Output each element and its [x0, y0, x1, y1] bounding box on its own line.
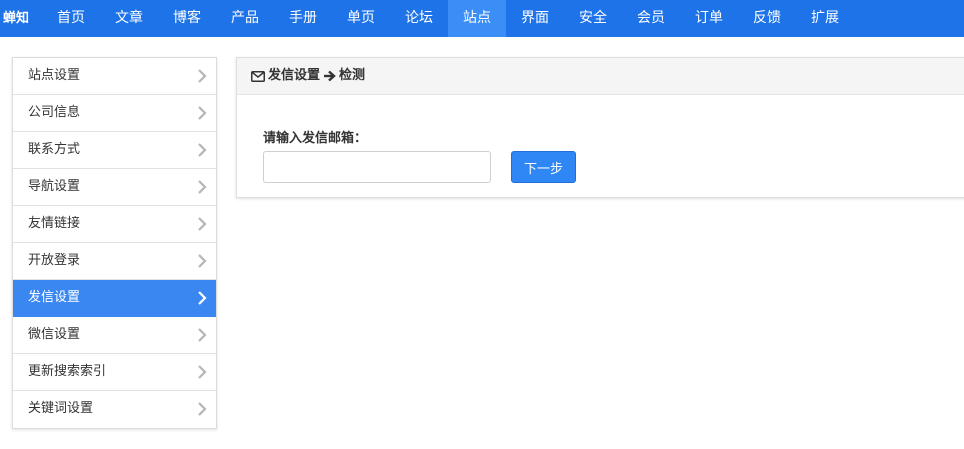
nav-item-feedback[interactable]: 反馈	[738, 0, 796, 37]
nav-item-order[interactable]: 订单	[680, 0, 738, 37]
panel-title: 发信设置	[268, 68, 321, 83]
nav-item-member[interactable]: 会员	[622, 0, 680, 37]
sidebar-item-label: 导航设置	[28, 179, 81, 194]
sidebar-item-label: 联系方式	[28, 142, 81, 157]
top-navbar: 蝉知 首页 文章 博客 产品 手册 单页 论坛 站点 界面 安全 会员 订单 反…	[0, 0, 964, 37]
sidebar-item-contact[interactable]: 联系方式	[13, 132, 216, 169]
panel-subtitle: 检测	[339, 68, 366, 83]
email-label: 请输入发信邮箱：	[263, 131, 368, 146]
sidebar-item-wechat[interactable]: 微信设置	[13, 317, 216, 354]
nav-item-manual[interactable]: 手册	[274, 0, 332, 37]
brand-logo[interactable]: 蝉知	[0, 0, 42, 37]
panel-header: 发信设置 检测	[237, 58, 964, 95]
mail-check-panel: 发信设置 检测 请输入发信邮箱： 下一步	[236, 57, 964, 198]
chevron-right-icon	[198, 143, 207, 157]
nav-item-extension[interactable]: 扩展	[796, 0, 854, 37]
sidebar-item-search-index[interactable]: 更新搜索索引	[13, 354, 216, 391]
arrow-right-icon	[324, 70, 336, 82]
chevron-right-icon	[198, 69, 207, 83]
settings-sidebar: 站点设置 公司信息 联系方式 导航设置 友情链接 开放登录 发信设置 微信设置 …	[12, 57, 217, 429]
nav-item-page[interactable]: 单页	[332, 0, 390, 37]
sidebar-item-label: 站点设置	[28, 68, 81, 83]
sidebar-item-label: 公司信息	[28, 105, 81, 120]
sidebar-item-label: 发信设置	[28, 290, 81, 305]
envelope-icon	[251, 70, 265, 82]
sidebar-item-site-settings[interactable]: 站点设置	[13, 58, 216, 95]
sidebar-item-label: 开放登录	[28, 253, 81, 268]
next-step-button[interactable]: 下一步	[511, 151, 576, 183]
sidebar-item-label: 更新搜索索引	[28, 364, 107, 379]
sidebar-item-links[interactable]: 友情链接	[13, 206, 216, 243]
nav-item-forum[interactable]: 论坛	[390, 0, 448, 37]
sidebar-item-label: 微信设置	[28, 327, 81, 342]
nav-item-ui[interactable]: 界面	[506, 0, 564, 37]
chevron-right-icon	[198, 217, 207, 231]
nav-item-product[interactable]: 产品	[216, 0, 274, 37]
nav-item-article[interactable]: 文章	[100, 0, 158, 37]
chevron-right-icon	[198, 328, 207, 342]
nav-item-site[interactable]: 站点	[448, 0, 506, 37]
chevron-right-icon	[198, 365, 207, 379]
sidebar-item-mail-settings[interactable]: 发信设置	[13, 280, 216, 317]
sidebar-item-keywords[interactable]: 关键词设置	[13, 391, 216, 428]
chevron-right-icon	[198, 106, 207, 120]
chevron-right-icon	[198, 254, 207, 268]
chevron-right-icon	[198, 291, 207, 305]
chevron-right-icon	[198, 180, 207, 194]
sidebar-item-label: 关键词设置	[28, 401, 94, 416]
chevron-right-icon	[198, 402, 207, 416]
sidebar-item-label: 友情链接	[28, 216, 81, 231]
sidebar-item-open-login[interactable]: 开放登录	[13, 243, 216, 280]
nav-item-home[interactable]: 首页	[42, 0, 100, 37]
nav-item-security[interactable]: 安全	[564, 0, 622, 37]
nav-item-blog[interactable]: 博客	[158, 0, 216, 37]
email-input[interactable]	[263, 151, 491, 183]
sidebar-item-company-info[interactable]: 公司信息	[13, 95, 216, 132]
sidebar-item-navigation[interactable]: 导航设置	[13, 169, 216, 206]
